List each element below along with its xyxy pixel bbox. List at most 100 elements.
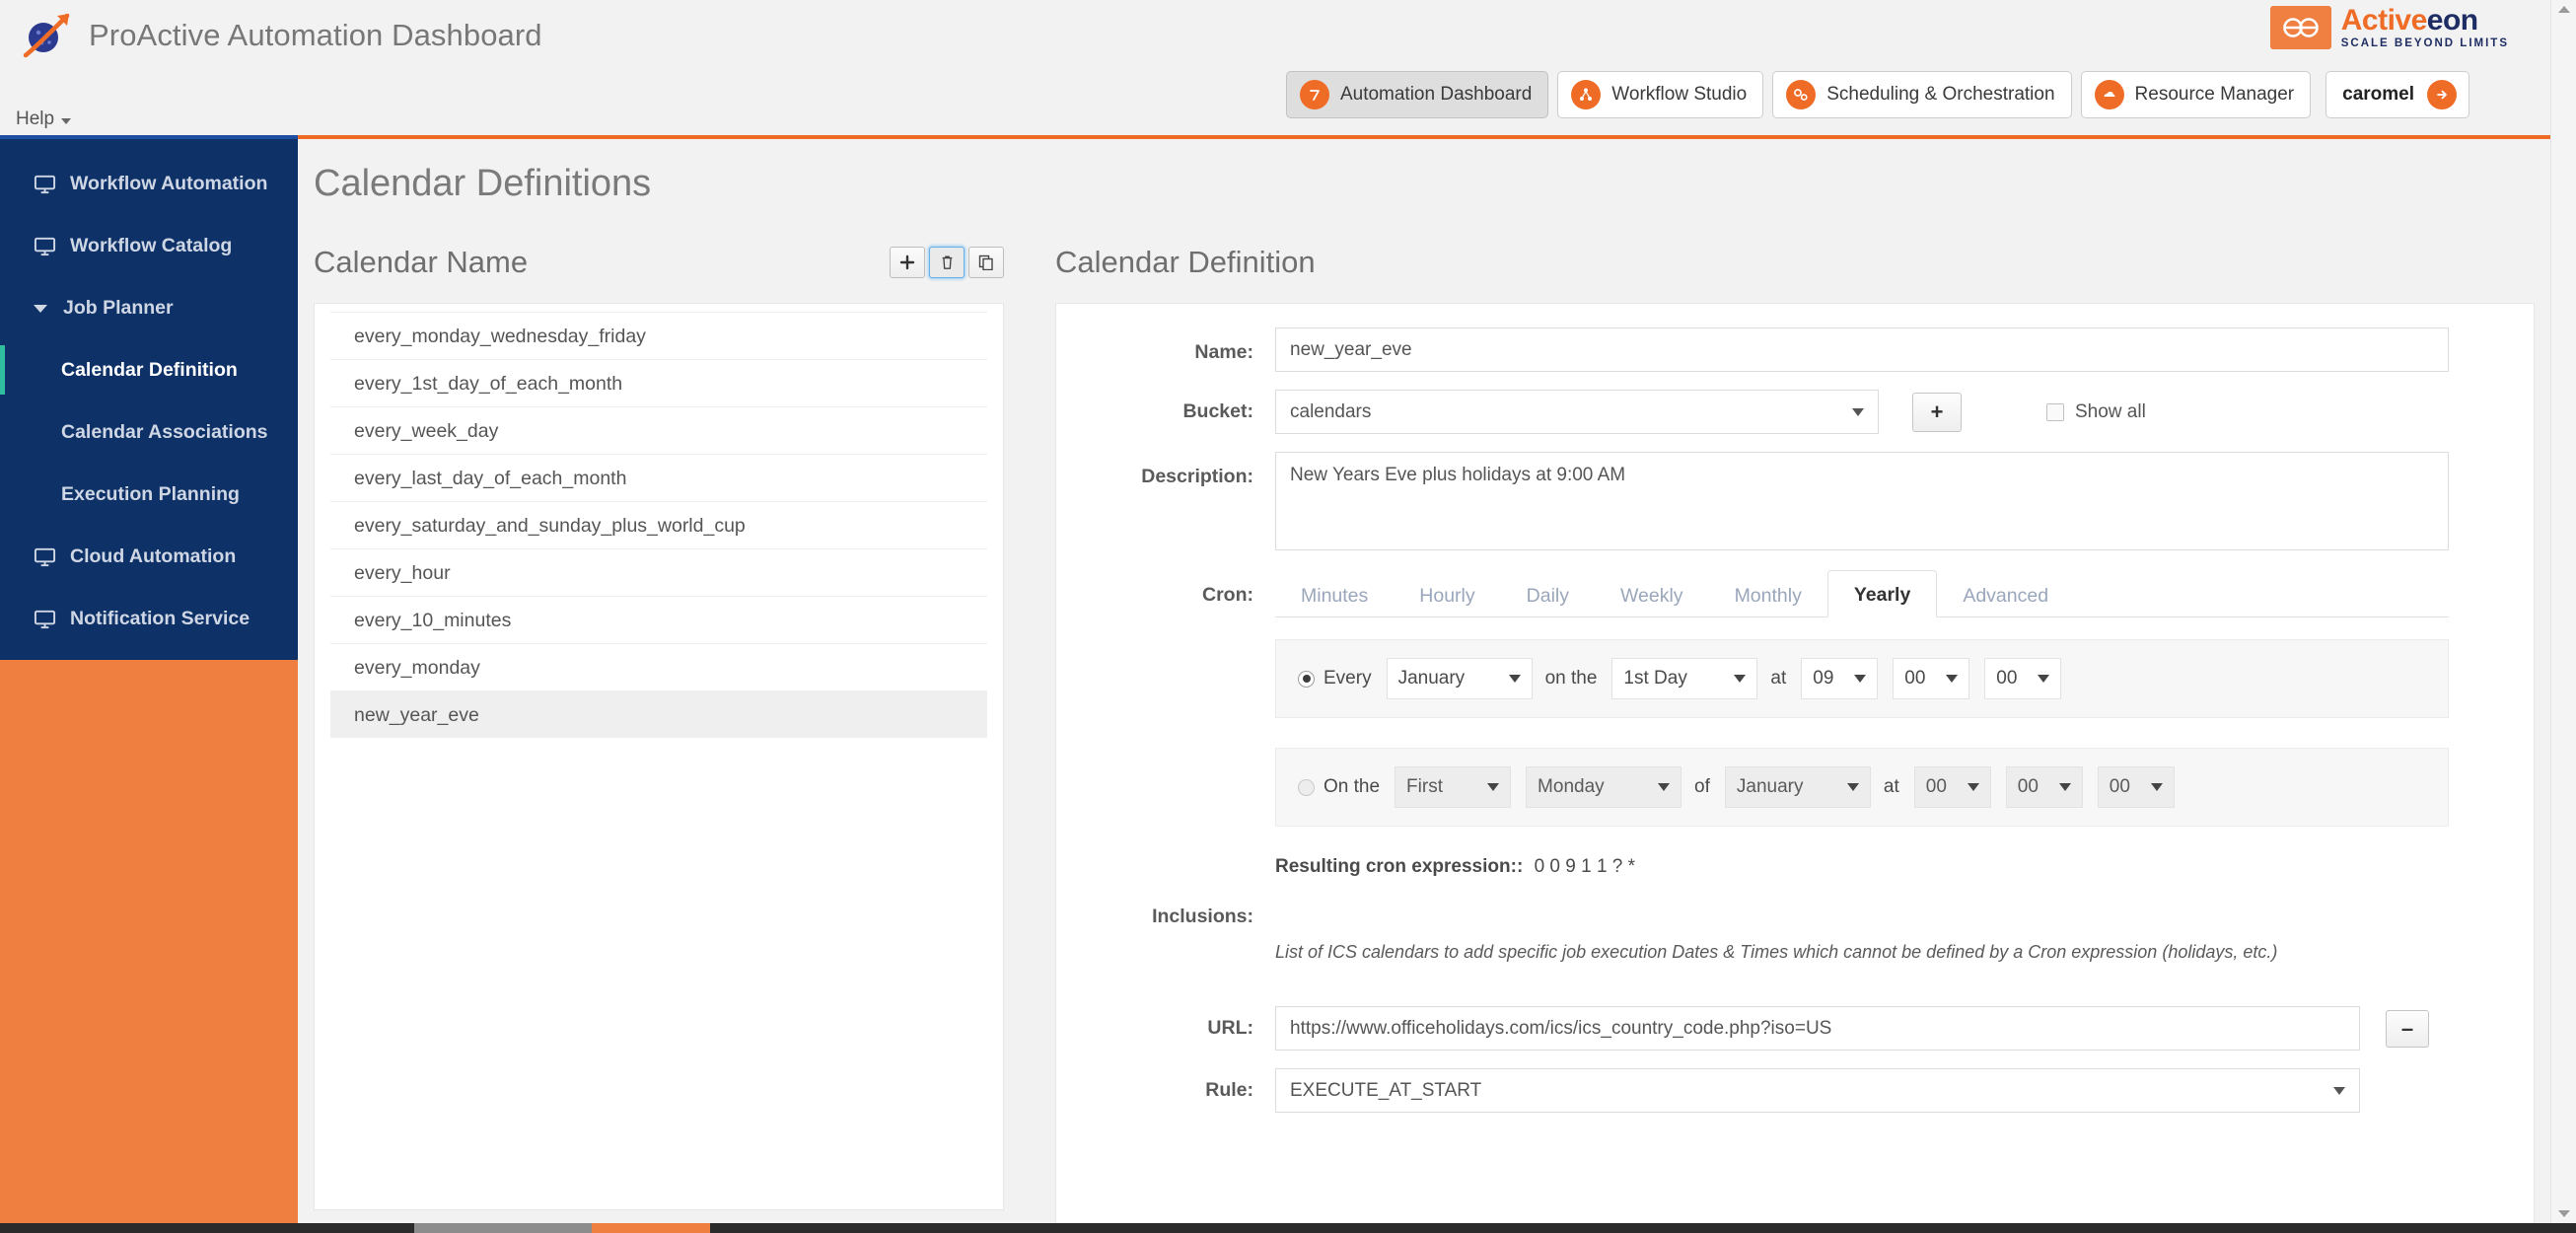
app-tab-label: Resource Manager [2134,84,2295,105]
cron-every-hour-value: 09 [1813,668,1834,689]
tab-hourly[interactable]: Hourly [1394,575,1500,616]
scroll-down-arrow-icon[interactable] [2558,1210,2570,1217]
cron-onthe-row: On the First Monday of January at 00 00 … [1275,748,2449,827]
user-menu[interactable]: caromel [2326,71,2469,118]
vertical-scroll-thumb[interactable] [2551,0,2576,592]
description-label: Description: [1141,466,1253,487]
cron-onthe-minute-select[interactable]: 00 [2005,766,2083,808]
sidebar-item-workflow-automation[interactable]: Workflow Automation [0,153,298,215]
app-tab-resource-manager[interactable]: Resource Manager [2080,71,2312,118]
remove-inclusion-button[interactable]: – [2386,1009,2429,1048]
add-calendar-button[interactable] [890,247,925,278]
url-label: URL: [1207,1017,1253,1039]
cron-onthe-weekday-select[interactable]: Monday [1526,766,1682,808]
show-all-checkbox[interactable]: Show all [2046,401,2146,423]
cron-onthe-month-select[interactable]: January [1724,766,1871,808]
page-vertical-scrollbar[interactable] [2550,0,2576,1223]
list-item[interactable]: every_1st_day_of_each_month [330,359,987,406]
rule-row: Rule: EXECUTE_AT_START [1056,1051,2534,1113]
cron-every-hour-select[interactable]: 09 [1801,658,1879,699]
sidebar-item-execution-planning[interactable]: Execution Planning [0,464,298,526]
list-item[interactable]: every_saturday_and_sunday_plus_world_cup [330,501,987,548]
list-item[interactable]: every_last_day_of_each_month [330,454,987,501]
chevron-down-icon [2333,1086,2345,1095]
app-tab-workflow-studio[interactable]: Workflow Studio [1557,71,1764,118]
cron-every-month-value: January [1397,668,1466,689]
app-tab-automation-dashboard[interactable]: Automation Dashboard [1285,71,1549,118]
sidebar: Workflow Automation Workflow Catalog Job… [0,139,298,1233]
calendar-list-title: Calendar Name [314,245,529,279]
cron-onthe-ordinal-select[interactable]: First [1395,766,1512,808]
cron-onthe-label: On the [1324,776,1381,797]
tab-minutes[interactable]: Minutes [1275,575,1394,616]
cron-every-day-select[interactable]: 1st Day [1611,658,1758,699]
chevron-down-icon [1734,675,1747,683]
sidebar-item-label: Calendar Definition [61,359,238,381]
vendor-name-secondary: eon [2426,4,2478,36]
cron-every-second-select[interactable]: 00 [1984,658,2062,699]
cron-every-label: Every [1324,668,1372,689]
url-row: URL: https://www.officeholidays.com/ics/… [1056,963,2534,1051]
rule-select[interactable]: EXECUTE_AT_START [1275,1068,2360,1113]
calendar-list[interactable]: every_monday_wednesday_friday every_1st_… [314,303,1004,1210]
inclusions-label: Inclusions: [1152,906,1253,927]
cron-onthe-radio[interactable] [1298,778,1315,796]
sidebar-item-calendar-associations[interactable]: Calendar Associations [0,401,298,464]
horizontal-scroll-thumb[interactable] [592,1223,710,1233]
cron-every-minute-value: 00 [1904,668,1926,689]
chevron-down-icon [1852,407,1864,416]
inclusions-help-text: List of ICS calendars to add specific jo… [1275,942,2278,962]
sidebar-item-job-planner[interactable]: Job Planner [0,277,298,339]
cron-onthe-ordinal-value: First [1406,776,1443,797]
tab-advanced[interactable]: Advanced [1937,575,2074,616]
name-input[interactable]: new_year_eve [1275,327,2449,372]
list-item[interactable]: every_hour [330,548,987,596]
list-item[interactable]: every_week_day [330,406,987,454]
app-tabs: Automation Dashboard Workflow Studio Sch… [1285,71,2469,118]
chevron-down-icon [61,117,72,124]
cron-every-radio[interactable] [1298,670,1315,688]
user-name-label: caromel [2342,84,2414,105]
cron-every-at-label: at [1770,668,1787,689]
bucket-select[interactable]: calendars [1275,390,1879,434]
tab-weekly[interactable]: Weekly [1595,575,1709,616]
page-title: Calendar Definitions [314,163,652,204]
chevron-down-icon [2150,783,2163,791]
cron-every-onthe-label: on the [1544,668,1598,689]
tab-yearly[interactable]: Yearly [1826,570,1938,617]
cron-every-minute-select[interactable]: 00 [1893,658,1970,699]
inclusions-help-row: List of ICS calendars to add specific jo… [1056,928,2534,963]
scroll-up-arrow-icon[interactable] [2558,6,2570,13]
cron-onthe-at-label: at [1883,776,1899,797]
tab-monthly[interactable]: Monthly [1709,575,1827,616]
sidebar-item-label: Notification Service [70,608,250,629]
cron-onthe-hour-select[interactable]: 00 [1913,766,1991,808]
app-tab-scheduling-orchestration[interactable]: Scheduling & Orchestration [1772,71,2072,118]
sidebar-item-calendar-definition[interactable]: Calendar Definition [0,339,298,401]
sidebar-item-notification-service[interactable]: Notification Service [0,588,298,650]
calendar-list-header: Calendar Name [314,234,1004,291]
sidebar-item-workflow-catalog[interactable]: Workflow Catalog [0,215,298,277]
delete-calendar-button[interactable] [929,247,965,278]
url-input[interactable]: https://www.officeholidays.com/ics/ics_c… [1275,1006,2360,1051]
list-item[interactable]: every_monday_wednesday_friday [330,312,987,359]
monitor-icon [34,545,56,568]
help-menu[interactable]: Help [16,109,72,130]
cron-tabs: Minutes Hourly Daily Weekly Monthly Year… [1275,570,2449,617]
calendar-list-toolbar [890,247,1004,278]
logout-arrow-icon[interactable] [2427,80,2457,109]
cron-expression-value: 0 0 9 1 1 ? * [1534,856,1636,877]
cron-onthe-second-select[interactable]: 00 [2097,766,2175,808]
rule-label: Rule: [1205,1079,1253,1101]
sidebar-item-cloud-automation[interactable]: Cloud Automation [0,526,298,588]
tab-daily[interactable]: Daily [1501,575,1595,616]
add-bucket-button[interactable]: + [1912,392,1962,432]
duplicate-calendar-button[interactable] [968,247,1004,278]
page-horizontal-scrollbar[interactable] [0,1223,2576,1233]
cron-every-month-select[interactable]: January [1386,658,1533,699]
list-item[interactable]: new_year_eve [330,690,987,738]
description-textarea[interactable]: New Years Eve plus holidays at 9:00 AM [1275,452,2449,550]
list-item[interactable]: every_monday [330,643,987,690]
list-item[interactable]: every_10_minutes [330,596,987,643]
chevron-down-icon [1967,783,1979,791]
